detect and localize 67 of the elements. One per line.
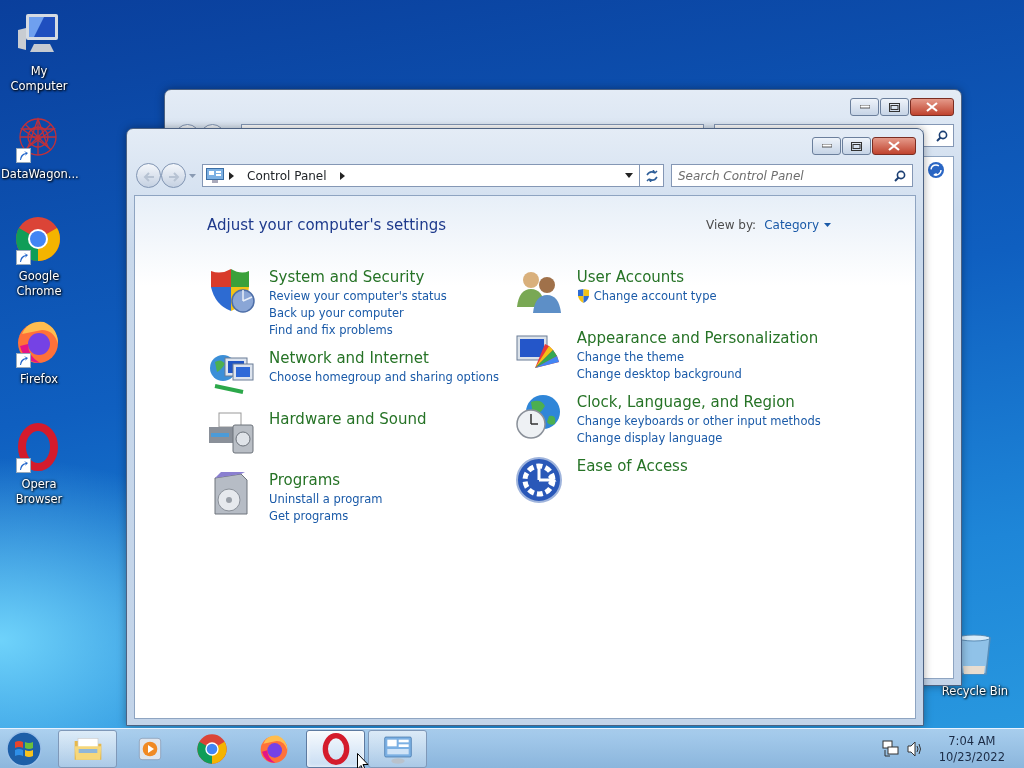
icon-label[interactable]: Firefox xyxy=(19,372,59,387)
close-button[interactable] xyxy=(910,98,954,116)
view-by-label: View by: xyxy=(706,217,757,235)
windows-orb-icon xyxy=(4,729,44,768)
chrome-icon xyxy=(14,215,62,263)
category-link[interactable]: Change account type xyxy=(593,287,717,305)
maximize-icon xyxy=(889,102,900,112)
category-link[interactable]: Change display language xyxy=(576,429,723,447)
minimize-icon xyxy=(859,105,870,109)
close-icon xyxy=(926,102,938,112)
minimize-button[interactable] xyxy=(850,98,879,116)
control-panel-icon xyxy=(206,168,224,183)
category-link[interactable]: Change keyboards or other input methods xyxy=(576,412,821,430)
icon-label[interactable]: Opera Browser xyxy=(1,477,77,507)
minimize-button[interactable] xyxy=(812,137,841,155)
page-heading: Adjust your computer's settings xyxy=(207,215,447,236)
category-title[interactable]: Programs xyxy=(269,470,383,490)
breadcrumb-arrow-icon[interactable] xyxy=(339,171,345,180)
caret-icon xyxy=(824,223,831,228)
address-bar[interactable] xyxy=(241,124,704,128)
maximize-button[interactable] xyxy=(880,98,909,116)
category-link[interactable]: Back up your computer xyxy=(269,304,404,322)
search-icon[interactable] xyxy=(894,169,906,182)
close-icon xyxy=(888,141,900,151)
chrome-icon xyxy=(195,732,228,765)
network-icon[interactable] xyxy=(881,740,899,757)
refresh-icon xyxy=(644,169,659,182)
forward-arrow-icon xyxy=(167,171,180,182)
search-field[interactable]: Search Control Panel xyxy=(671,164,913,187)
category-link[interactable]: Review your computer's status xyxy=(269,287,447,305)
category-title[interactable]: Hardware and Sound xyxy=(269,409,427,429)
dropdown-icon[interactable] xyxy=(625,173,633,178)
accessibility-icon xyxy=(514,455,563,504)
address-bar[interactable]: Control Panel xyxy=(202,164,640,187)
taskbar-button[interactable] xyxy=(58,729,117,768)
maximize-button[interactable] xyxy=(842,137,871,155)
category-title[interactable]: Network and Internet xyxy=(269,348,499,368)
taskbar-button[interactable] xyxy=(368,729,427,768)
maximize-icon xyxy=(851,141,862,151)
cursor-icon xyxy=(357,753,369,768)
category-title[interactable]: User Accounts xyxy=(576,267,717,287)
search-icon[interactable] xyxy=(936,129,948,142)
icon-label[interactable]: DataWagon... xyxy=(1,167,77,182)
minimize-icon xyxy=(821,144,832,148)
icon-label[interactable]: Google Chrome xyxy=(1,269,77,299)
category-link[interactable]: Get programs xyxy=(269,507,349,525)
search-field[interactable] xyxy=(924,124,954,147)
category-title[interactable]: Ease of Access xyxy=(576,456,688,476)
category-link[interactable]: Change the theme xyxy=(576,348,685,366)
breadcrumb-arrow-icon[interactable] xyxy=(229,171,234,180)
category-link[interactable]: Change desktop background xyxy=(576,365,742,383)
category-link[interactable]: Choose homegroup and sharing options xyxy=(269,368,499,386)
category-link[interactable]: Find and fix problems xyxy=(269,321,393,339)
back-arrow-icon xyxy=(142,171,155,182)
category-title[interactable]: Clock, Language, and Region xyxy=(576,392,821,412)
view-by-dropdown[interactable]: Category xyxy=(764,216,831,235)
category-link[interactable]: Uninstall a program xyxy=(269,490,383,508)
clock[interactable]: 7:04 AM 10/23/2022 xyxy=(938,732,1005,765)
search-placeholder: Search Control Panel xyxy=(678,167,804,185)
breadcrumb-item[interactable]: Control Panel xyxy=(239,166,335,185)
close-button[interactable] xyxy=(872,137,916,155)
icon-label[interactable]: My Computer xyxy=(1,64,77,94)
taskbar-button[interactable] xyxy=(306,729,365,768)
refresh-button[interactable] xyxy=(640,164,664,187)
category-title[interactable]: Appearance and Personalization xyxy=(576,328,819,348)
volume-icon[interactable] xyxy=(906,740,923,757)
category-title[interactable]: System and Security xyxy=(269,267,447,287)
